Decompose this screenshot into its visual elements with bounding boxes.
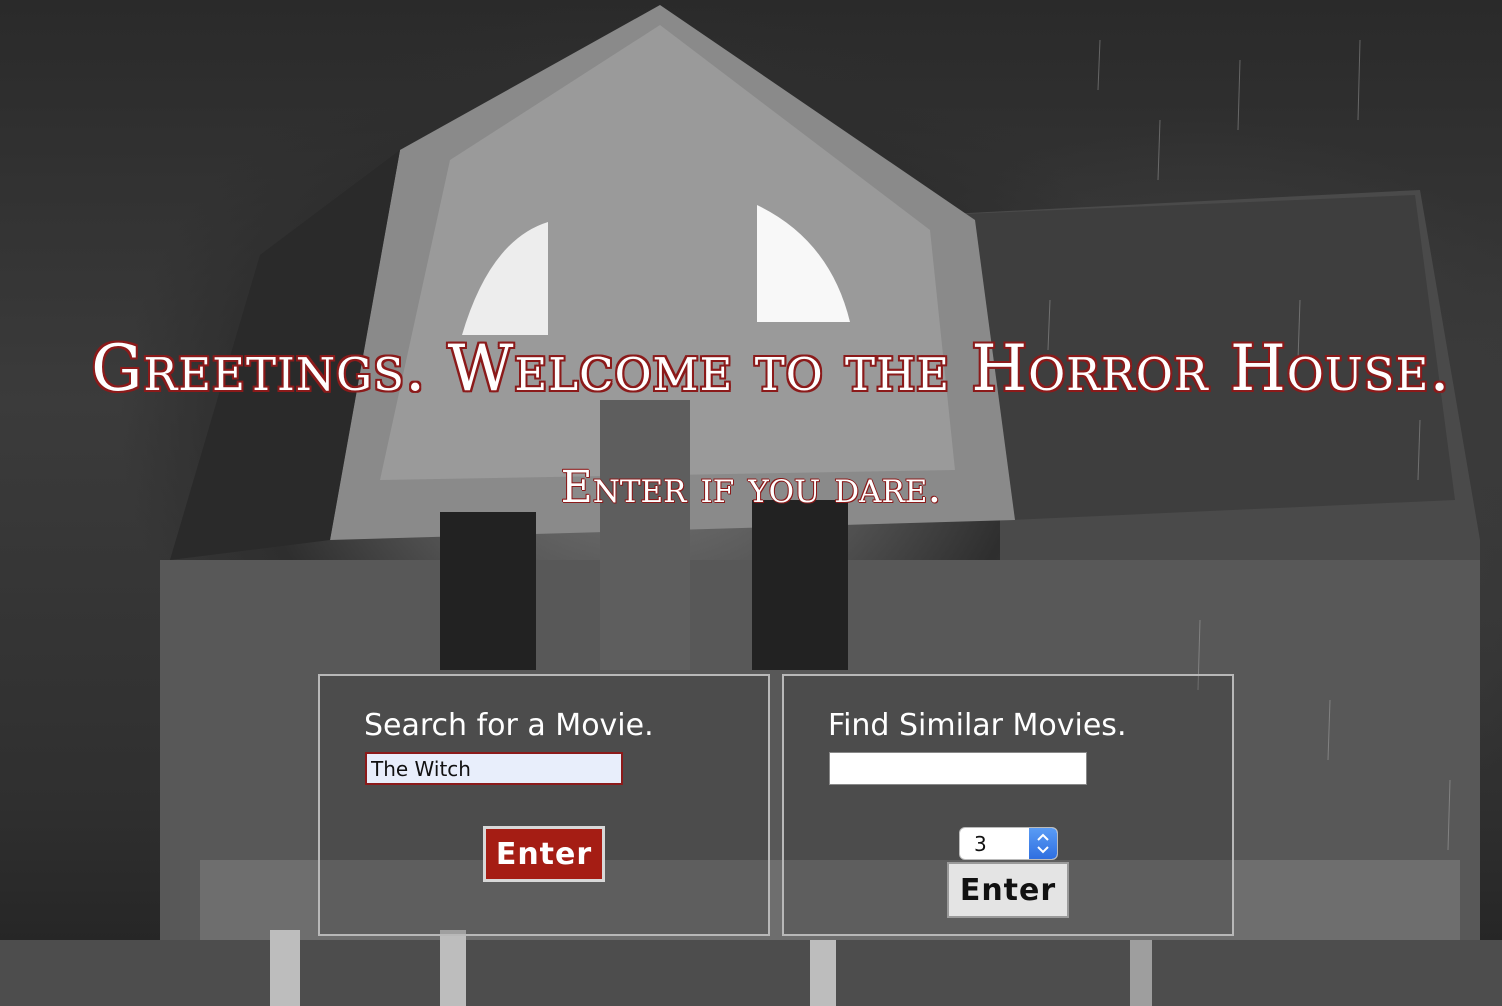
search-movie-panel: Search for a Movie. Enter [318,674,770,936]
result-count-select[interactable]: 3 [959,827,1058,860]
page: Greetings. Welcome to the Horror House. … [0,0,1502,1006]
similar-movies-panel: Find Similar Movies. 3 Enter [782,674,1234,936]
search-movie-heading: Search for a Movie. [364,708,654,743]
similar-enter-button[interactable]: Enter [947,862,1069,918]
movie-search-input[interactable] [365,752,623,785]
similar-movies-heading: Find Similar Movies. [828,708,1127,743]
search-enter-button[interactable]: Enter [483,826,605,882]
page-subtitle: Enter if you dare. [560,462,942,513]
similar-movie-input[interactable] [829,752,1087,785]
stepper-arrows-icon[interactable] [1029,828,1057,859]
result-count-value: 3 [974,832,987,856]
page-title: Greetings. Welcome to the Horror House. [91,332,1451,406]
